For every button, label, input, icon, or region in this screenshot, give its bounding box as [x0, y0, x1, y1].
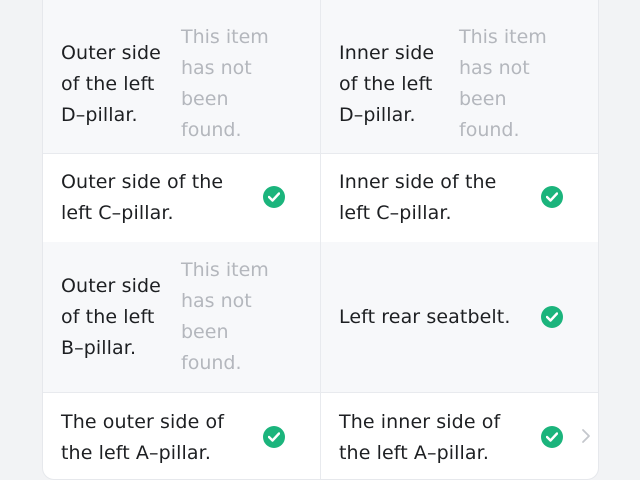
- inspection-cell[interactable]: Outer side of the left B–pillar. This it…: [43, 242, 320, 392]
- inspection-cell[interactable]: Left rear seatbelt.: [320, 242, 598, 392]
- inspection-cell[interactable]: The inner side of the left A–pillar.: [320, 392, 598, 479]
- inspection-cell[interactable]: Outer side of the left D–pillar. This it…: [43, 0, 320, 153]
- check-circle-icon: [541, 306, 563, 328]
- inspection-cell[interactable]: Inner side of the left D–pillar. This it…: [320, 0, 598, 153]
- check-circle-icon: [263, 426, 285, 448]
- inspection-row: Outer side of the left C–pillar. Inner s…: [43, 153, 598, 243]
- inspection-cell[interactable]: The outer side of the left A–pillar.: [43, 392, 320, 479]
- item-label: Outer side of the left C–pillar.: [61, 170, 224, 224]
- item-label: The outer side of the left A–pillar.: [61, 410, 225, 464]
- inspection-row: Outer side of the left D–pillar. This it…: [43, 0, 598, 154]
- inspection-card: Outer side of the left D–pillar. This it…: [42, 0, 599, 480]
- item-label: Inner side of the left C–pillar.: [339, 170, 497, 224]
- item-label: Inner side of the left D–pillar.: [339, 41, 435, 126]
- check-circle-icon: [541, 186, 563, 208]
- inspection-cell[interactable]: Outer side of the left C–pillar.: [43, 153, 320, 242]
- item-label: Outer side of the left B–pillar.: [61, 274, 161, 359]
- not-found-status: This item has not been found.: [181, 259, 269, 374]
- check-circle-icon: [541, 426, 563, 448]
- check-circle-icon: [263, 186, 285, 208]
- not-found-status: This item has not been found.: [459, 26, 547, 141]
- chevron-right-icon[interactable]: [580, 428, 592, 444]
- item-label: Left rear seatbelt.: [339, 305, 511, 328]
- item-label: The inner side of the left A–pillar.: [339, 410, 501, 464]
- inspection-cell[interactable]: Inner side of the left C–pillar.: [320, 153, 598, 242]
- item-label: Outer side of the left D–pillar.: [61, 41, 161, 126]
- not-found-status: This item has not been found.: [181, 26, 269, 141]
- inspection-row: Outer side of the left B–pillar. This it…: [43, 242, 598, 393]
- inspection-row: The outer side of the left A–pillar. The…: [43, 392, 598, 479]
